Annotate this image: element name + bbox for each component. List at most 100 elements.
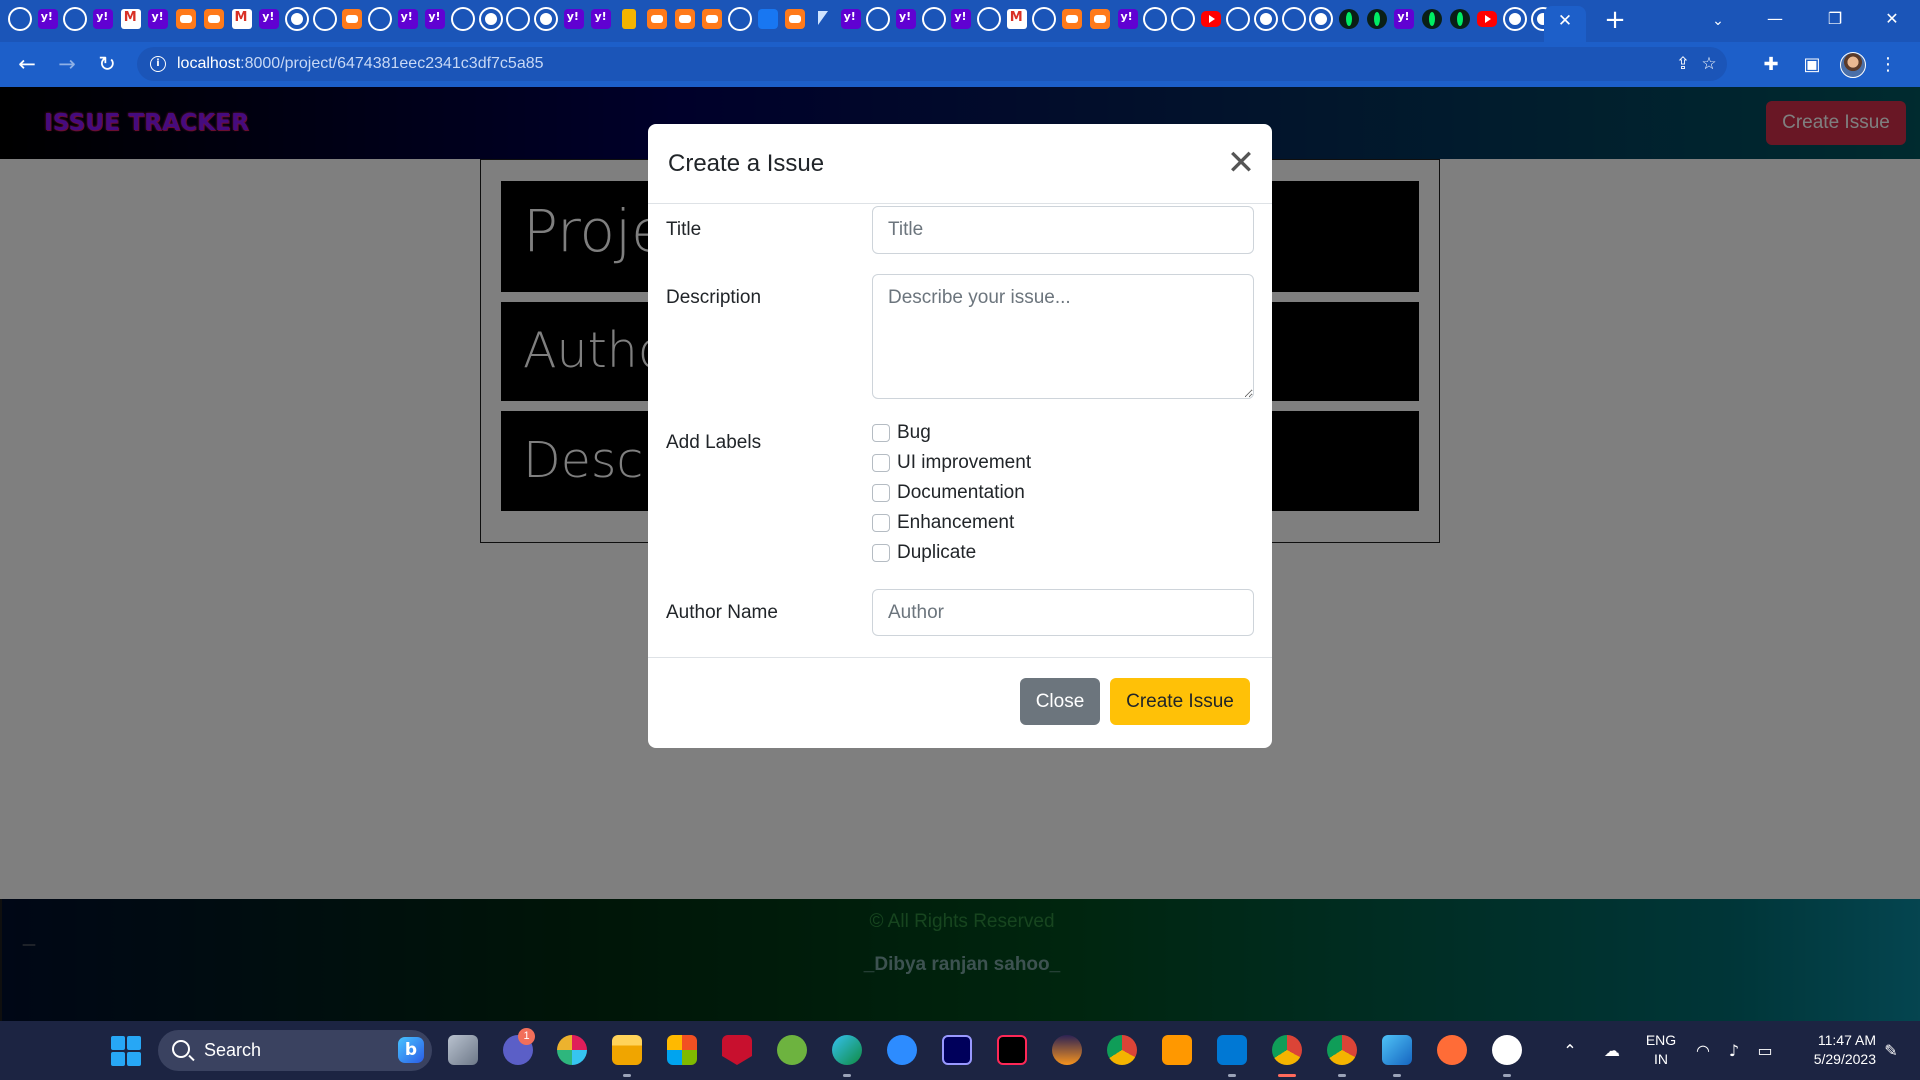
postman-icon[interactable] [1437, 1035, 1467, 1065]
bing-icon[interactable]: b [398, 1037, 424, 1063]
fb-favicon-icon[interactable] [757, 9, 778, 29]
github-favicon-icon[interactable] [1034, 9, 1055, 29]
gmail-favicon-icon[interactable] [231, 9, 252, 29]
bookmark-star-icon[interactable]: ☆ [1698, 53, 1720, 75]
tab-search-chevron-icon[interactable]: ⌄ [1706, 9, 1730, 33]
close-window-icon[interactable]: ✕ [1862, 0, 1920, 38]
task-view-icon[interactable] [448, 1035, 478, 1065]
yahoo-favicon-icon[interactable] [397, 9, 418, 29]
globe-favicon-icon[interactable] [536, 9, 557, 29]
globe-favicon-icon[interactable] [1311, 9, 1332, 29]
label-option-duplicate[interactable]: Duplicate [872, 541, 976, 565]
mongo-favicon-icon[interactable] [1339, 9, 1359, 29]
language-indicator[interactable]: ENG IN [1642, 1031, 1680, 1069]
share-icon[interactable]: ⇪ [1672, 53, 1694, 75]
author-input[interactable] [872, 589, 1254, 636]
coding-favicon-icon[interactable] [646, 9, 667, 29]
github-favicon-icon[interactable] [369, 9, 390, 29]
documentation-checkbox-label[interactable]: Documentation [897, 482, 1025, 504]
coding-favicon-icon[interactable] [1089, 9, 1110, 29]
github-favicon-icon[interactable] [10, 9, 30, 29]
mcafee-icon[interactable] [722, 1035, 752, 1065]
chrome-dev-icon[interactable] [1327, 1035, 1357, 1077]
ui-improvement-checkbox[interactable] [872, 454, 890, 472]
close-button[interactable]: Close [1020, 678, 1100, 725]
yahoo-favicon-icon[interactable] [425, 9, 446, 29]
yahoo-favicon-icon[interactable] [591, 9, 612, 29]
extensions-puzzle-icon[interactable]: ✚ [1760, 54, 1782, 76]
windows-start-icon[interactable] [111, 1036, 141, 1066]
yahoo-favicon-icon[interactable] [840, 9, 861, 29]
chrome-icon[interactable] [1107, 1035, 1137, 1065]
zoom-icon[interactable] [887, 1035, 917, 1065]
globe-favicon-icon[interactable] [1505, 9, 1526, 29]
forward-arrow-icon[interactable]: → [52, 49, 82, 79]
system-clock[interactable]: 11:47 AM 5/29/2023 [1792, 1031, 1876, 1069]
github-favicon-icon[interactable] [314, 9, 335, 29]
duplicate-checkbox[interactable] [872, 544, 890, 562]
battery-icon[interactable]: ▭ [1752, 1040, 1778, 1062]
eclipse-icon[interactable] [1052, 1035, 1082, 1065]
title-input[interactable] [872, 206, 1254, 254]
enhancement-checkbox[interactable] [872, 514, 890, 532]
github-favicon-icon[interactable] [1145, 9, 1166, 29]
yahoo-favicon-icon[interactable] [1117, 9, 1138, 29]
description-textarea[interactable] [872, 274, 1254, 399]
yahoo-favicon-icon[interactable] [37, 9, 58, 29]
url-text[interactable]: localhost:8000/project/6474381eec2341c3d… [177, 47, 544, 81]
globe-favicon-icon[interactable] [480, 9, 501, 29]
cursor-favicon-icon[interactable] [813, 9, 833, 29]
github-favicon-icon[interactable] [1283, 9, 1304, 29]
coding-favicon-icon[interactable] [203, 9, 224, 29]
github-favicon-icon[interactable] [1172, 9, 1193, 29]
premiere-pro-icon[interactable] [942, 1035, 972, 1065]
spring-tool-icon[interactable] [777, 1035, 807, 1065]
slack-icon[interactable] [557, 1035, 587, 1065]
duplicate-checkbox-label[interactable]: Duplicate [897, 542, 976, 564]
youtube-favicon-icon[interactable] [1200, 11, 1221, 27]
vscode-icon[interactable] [1217, 1035, 1247, 1077]
coding-favicon-icon[interactable] [674, 9, 695, 29]
onedrive-cloud-icon[interactable]: ☁ [1600, 1040, 1624, 1062]
new-tab-plus-icon[interactable]: + [1600, 6, 1630, 36]
yahoo-favicon-icon[interactable] [951, 9, 972, 29]
mongo-favicon-icon[interactable] [1366, 9, 1387, 29]
github-favicon-icon[interactable] [453, 9, 473, 29]
reload-icon[interactable]: ↻ [92, 49, 122, 79]
github-favicon-icon[interactable] [979, 9, 1000, 29]
github-favicon-icon[interactable] [729, 9, 750, 29]
yahoo-favicon-icon[interactable] [259, 9, 280, 29]
address-bar[interactable]: i localhost:8000/project/6474381eec2341c… [137, 47, 1727, 81]
taskbar-search-box[interactable]: Search b [158, 1030, 432, 1071]
label-option-ui-improvement[interactable]: UI improvement [872, 451, 1031, 475]
label-option-bug[interactable]: Bug [872, 421, 931, 445]
file-explorer-icon[interactable] [612, 1035, 642, 1077]
wifi-icon[interactable]: ◠ [1692, 1040, 1714, 1062]
yahoo-favicon-icon[interactable] [148, 9, 169, 29]
sublime-text-icon[interactable] [1162, 1035, 1192, 1065]
enhancement-checkbox-label[interactable]: Enhancement [897, 512, 1014, 534]
documentation-checkbox[interactable] [872, 484, 890, 502]
profile-avatar[interactable] [1840, 52, 1866, 78]
ui-improvement-checkbox-label[interactable]: UI improvement [897, 452, 1031, 474]
menu-kebab-icon[interactable]: ⋮ [1878, 53, 1898, 77]
bug-checkbox-label[interactable]: Bug [897, 422, 931, 444]
yahoo-favicon-icon[interactable] [896, 9, 916, 29]
mongo-favicon-icon[interactable] [1449, 9, 1470, 29]
gmail-favicon-icon[interactable] [1006, 9, 1027, 29]
github-favicon-icon[interactable] [508, 9, 529, 29]
create-issue-button[interactable]: Create Issue [1110, 678, 1250, 725]
restore-icon[interactable]: ❐ [1805, 0, 1865, 38]
github-favicon-icon[interactable] [1228, 9, 1249, 29]
photos-icon[interactable] [1382, 1035, 1412, 1077]
modal-close-icon[interactable]: ✕ [1226, 146, 1256, 180]
tray-overflow-chevron-icon[interactable]: ⌃ [1560, 1040, 1580, 1062]
mongo-favicon-icon[interactable] [1422, 9, 1443, 29]
yahoo-favicon-icon[interactable] [1394, 9, 1415, 29]
coding-favicon-icon[interactable] [702, 9, 723, 29]
github-favicon-icon[interactable] [868, 9, 889, 29]
volume-icon[interactable]: ♪ [1723, 1040, 1745, 1062]
youtube-favicon-icon[interactable] [1477, 11, 1498, 27]
gmail-favicon-icon[interactable] [120, 9, 141, 29]
coding-favicon-icon[interactable] [1062, 9, 1083, 29]
